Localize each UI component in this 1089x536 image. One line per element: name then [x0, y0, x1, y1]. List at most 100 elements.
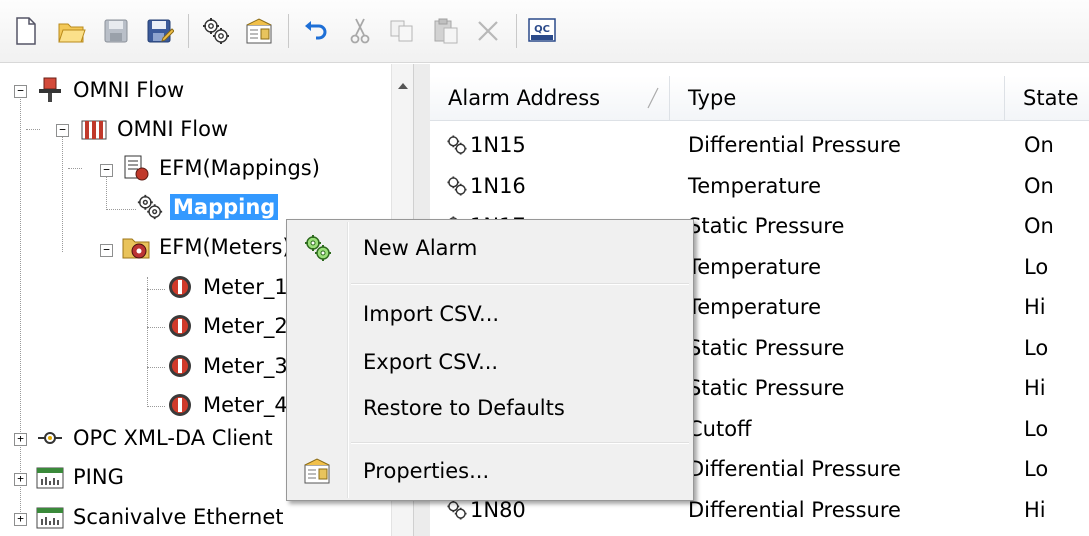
undo-button[interactable] — [300, 16, 332, 46]
alarm-address-cell: 1N16 — [446, 166, 526, 206]
context-menu: New Alarm Import CSV... Export CSV... Re… — [286, 219, 694, 501]
copy-button[interactable] — [386, 16, 418, 46]
state-cell: On — [1024, 133, 1054, 157]
menu-separator — [351, 283, 689, 285]
type-cell: Static Pressure — [688, 335, 845, 360]
column-header-alarm-address[interactable]: Alarm Address — [430, 76, 670, 120]
scroll-up-arrow-icon[interactable] — [392, 76, 414, 96]
tree-node-mapping[interactable]: Mapping — [136, 189, 279, 225]
new-device-button[interactable] — [200, 16, 232, 46]
toolbar-separator — [188, 14, 189, 48]
menu-item-properties[interactable]: Properties... — [289, 451, 689, 491]
open-button[interactable] — [56, 16, 88, 46]
gear-icon — [303, 234, 333, 262]
menu-item-import-csv[interactable]: Import CSV... — [289, 294, 689, 334]
state-cell: Hi — [1024, 295, 1046, 319]
tree-expander[interactable]: + — [14, 513, 27, 526]
tree-expander[interactable]: + — [14, 473, 27, 486]
type-cell: Temperature — [688, 254, 822, 279]
tree-expander[interactable]: + — [14, 433, 27, 446]
network-icon — [36, 463, 64, 491]
quick-client-button[interactable]: QC — [526, 16, 558, 46]
quick-client-icon: QC — [528, 18, 556, 42]
paste-button[interactable] — [430, 16, 462, 46]
table-row[interactable]: 1N15 Differential Pressure On — [430, 125, 1089, 165]
menu-item-new-alarm[interactable]: New Alarm — [289, 228, 689, 268]
tree-node-meter[interactable]: Meter_2 — [166, 308, 291, 344]
save-icon — [104, 19, 128, 43]
toolbar-separator — [288, 14, 289, 48]
tree-node-opc-xml-da-client[interactable]: OPC XML-DA Client — [36, 420, 276, 456]
tree-expander[interactable]: − — [14, 85, 27, 98]
type-cell: Cutoff — [688, 416, 752, 441]
meters-folder-icon — [122, 233, 150, 261]
meter-icon — [166, 273, 194, 301]
gear-icon — [136, 193, 164, 221]
channel-icon — [36, 76, 64, 104]
cut-icon — [350, 18, 370, 44]
tree-expander[interactable]: − — [100, 164, 113, 177]
delete-button[interactable] — [472, 16, 504, 46]
type-cell: Static Pressure — [688, 214, 845, 238]
type-cell: Temperature — [688, 173, 822, 198]
tree-node-meter[interactable]: Meter_1 — [166, 269, 291, 305]
cut-button[interactable] — [344, 16, 376, 46]
alarm-address-cell: 1N15 — [446, 125, 526, 165]
channel-icon — [36, 424, 64, 452]
gear-icon — [446, 134, 468, 156]
state-cell: On — [1024, 214, 1054, 238]
new-button[interactable] — [10, 16, 42, 46]
delete-icon — [478, 21, 498, 41]
tree-expander[interactable]: − — [56, 124, 69, 137]
tree-node-omni-flow-device[interactable]: OMNI Flow — [80, 111, 231, 147]
state-cell: Lo — [1024, 457, 1049, 481]
undo-icon — [305, 21, 327, 40]
open-folder-icon — [58, 23, 86, 43]
new-icon — [16, 17, 36, 45]
properties-icon — [246, 18, 272, 44]
type-cell: Temperature — [688, 295, 822, 319]
properties-button[interactable] — [244, 16, 276, 46]
type-cell: Static Pressure — [688, 376, 845, 400]
table-row[interactable]: 1N16 Temperature On — [430, 166, 1089, 206]
tree-node-ping[interactable]: PING — [36, 459, 127, 495]
state-cell: Lo — [1024, 335, 1049, 360]
mappings-icon — [122, 154, 150, 182]
tree-node-meter[interactable]: Meter_3 — [166, 348, 291, 384]
list-header: Alarm Address Type State — [430, 76, 1089, 121]
gear-icon — [446, 175, 468, 197]
meter-icon — [166, 391, 194, 419]
tree-node-meter[interactable]: Meter_4 — [166, 387, 291, 423]
tree-node-efm-meters[interactable]: EFM(Meters) — [122, 229, 294, 265]
state-cell: On — [1024, 173, 1054, 198]
tree-node-scanivalve-ethernet[interactable]: Scanivalve Ethernet — [36, 499, 287, 535]
save-as-icon — [147, 19, 174, 43]
type-cell: Differential Pressure — [688, 133, 901, 157]
save-button[interactable] — [100, 16, 132, 46]
tree-node-efm-mappings[interactable]: EFM(Mappings) — [122, 150, 323, 186]
tree-node-omni-flow-channel[interactable]: OMNI Flow — [36, 72, 187, 108]
menu-item-restore-defaults[interactable]: Restore to Defaults — [289, 388, 689, 428]
toolbar-separator — [516, 14, 517, 48]
network-icon — [36, 503, 64, 531]
column-header-type[interactable]: Type — [670, 76, 1005, 120]
sort-indicator-icon — [647, 87, 659, 109]
column-header-state[interactable]: State — [1005, 76, 1089, 120]
properties-icon — [303, 457, 333, 485]
meter-icon — [166, 352, 194, 380]
tree-expander[interactable]: − — [100, 244, 113, 257]
state-cell: Lo — [1024, 416, 1049, 441]
toolbar: QC — [0, 0, 1089, 63]
paste-icon — [434, 18, 458, 44]
state-cell: Hi — [1024, 497, 1046, 522]
state-cell: Lo — [1024, 254, 1049, 279]
device-icon — [80, 115, 108, 143]
state-cell: Hi — [1024, 376, 1046, 400]
type-cell: Differential Pressure — [688, 457, 901, 481]
save-as-button[interactable] — [144, 16, 176, 46]
menu-separator — [351, 442, 689, 444]
qc-label: QC — [534, 24, 550, 35]
copy-icon — [390, 20, 413, 42]
menu-item-export-csv[interactable]: Export CSV... — [289, 342, 689, 382]
meter-icon — [166, 312, 194, 340]
